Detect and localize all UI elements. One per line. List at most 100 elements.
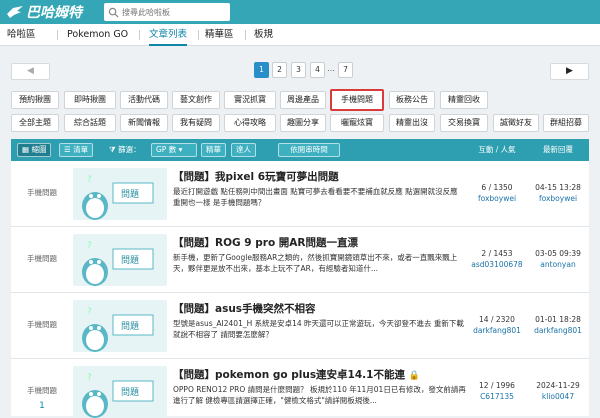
- category-button[interactable]: 心得攻略: [224, 114, 276, 132]
- column-latest-header: 最新回覆: [543, 145, 573, 154]
- post-latest-reply: 03-05 09:39 antonyan: [527, 249, 589, 269]
- thumbnail-view-label: 縮圖: [31, 145, 47, 154]
- category-button[interactable]: 活動代碼: [120, 91, 168, 109]
- post-excerpt: 型號是asus_AI2401_H 系統是安卓14 昨天還可以正常遊玩，今天卻登不…: [173, 319, 464, 339]
- list-view-button[interactable]: ☰ 清單: [59, 143, 94, 157]
- tab-article-list[interactable]: 文章列表: [149, 24, 188, 46]
- top-bar: 巴哈姆特: [0, 0, 600, 24]
- question-mascot-icon: ?: [73, 234, 167, 286]
- board-search[interactable]: [104, 3, 230, 21]
- post-title[interactable]: 【問題】asus手機突然不相容: [173, 301, 316, 316]
- category-button[interactable]: 板務公告: [389, 91, 435, 109]
- post-row[interactable]: 手機問題 ? 問題 【問題】我pixel 6玩寶可夢出問題 最近打開遊戲 點任務…: [11, 161, 589, 227]
- next-page-button[interactable]: ▶: [550, 63, 589, 80]
- tab-featured[interactable]: 精華區: [205, 24, 234, 46]
- thumbnail-label: 問題: [121, 322, 140, 332]
- category-button[interactable]: 周邊產品: [280, 91, 326, 109]
- category-button[interactable]: 實況抓寶: [224, 91, 276, 109]
- post-stats-value: 14 / 2320: [479, 315, 515, 324]
- post-stats: 12 / 1996 C617135: [467, 381, 527, 401]
- post-stats-value: 6 / 1350: [481, 183, 513, 192]
- category-button[interactable]: 即時揪團: [64, 91, 116, 109]
- expert-filter-button[interactable]: 達人: [231, 143, 256, 157]
- thumbnail-label: 問題: [121, 256, 140, 266]
- post-list: 手機問題 ? 問題 【問題】我pixel 6玩寶可夢出問題 最近打開遊戲 點任務…: [11, 161, 589, 418]
- nav-divider: [139, 30, 140, 40]
- svg-text:?: ?: [87, 175, 92, 185]
- reply-count-badge: 1: [39, 401, 45, 411]
- post-row[interactable]: 手機問題 ? 問題 【問題】ROG 9 pro 開AR問題一直漂 新手機，更新了…: [11, 227, 589, 293]
- post-thumbnail[interactable]: ? 問題: [73, 234, 167, 286]
- thumbnail-label: 問題: [121, 190, 140, 200]
- category-button-active[interactable]: 手機問題: [330, 89, 384, 111]
- filter-label: ⧩ 篩選：: [109, 145, 141, 154]
- post-thumbnail[interactable]: ? 問題: [73, 300, 167, 352]
- gp-select-value: GP 數: [156, 145, 177, 154]
- nav-divider: [245, 30, 246, 40]
- post-thumbnail[interactable]: ? 問題: [73, 366, 167, 418]
- thumbnail-view-button[interactable]: ▦ 縮圖: [17, 143, 52, 157]
- nav-divider: [57, 30, 58, 40]
- gp-select[interactable]: GP 數 ▾: [151, 143, 197, 157]
- page-1-button[interactable]: 1: [254, 62, 269, 78]
- category-button[interactable]: 趣圖分享: [280, 114, 326, 132]
- post-stats: 2 / 1453 asd03100678: [467, 249, 527, 269]
- category-button[interactable]: 綜合話題: [64, 114, 116, 132]
- post-category: 手機問題: [27, 386, 57, 395]
- category-button[interactable]: 精靈回收: [440, 91, 488, 109]
- post-title-text: 【問題】pokemon go plus連安卓14.1不能連: [173, 369, 405, 381]
- category-button[interactable]: 全部主題: [11, 114, 59, 132]
- latest-reply-user[interactable]: klio0047: [527, 392, 589, 401]
- post-title[interactable]: 【問題】ROG 9 pro 開AR問題一直漂: [173, 235, 358, 250]
- category-button[interactable]: 曬寵炫寶: [330, 114, 384, 132]
- logo-text: 巴哈姆特: [26, 5, 82, 21]
- post-stats-value: 2 / 1453: [481, 249, 513, 258]
- board-nav: 哈啦區 Pokemon GO 文章列表 精華區 板規: [0, 24, 600, 46]
- post-excerpt: 最近打開遊戲 點任務則中間出畫面 點寶可夢去看看要不要補血就反應 點選開就沒反應…: [173, 187, 458, 207]
- search-icon: [108, 7, 119, 18]
- latest-reply-user[interactable]: darkfang801: [527, 326, 589, 335]
- nav-divider: [198, 30, 199, 40]
- latest-reply-user[interactable]: antonyan: [527, 260, 589, 269]
- list-icon: ☰: [64, 145, 74, 154]
- post-row[interactable]: 手機問題 ? 問題 【問題】asus手機突然不相容 型號是asus_AI2401…: [11, 293, 589, 359]
- question-mascot-icon: ?: [73, 300, 167, 352]
- tab-rules[interactable]: 板規: [254, 24, 273, 46]
- post-category: 手機問題: [27, 254, 57, 263]
- post-author[interactable]: darkfang801: [467, 326, 527, 335]
- page-4-button[interactable]: 4: [310, 62, 325, 78]
- post-title[interactable]: 【問題】我pixel 6玩寶可夢出問題: [173, 169, 339, 184]
- post-excerpt: 新手機，更新了Google服務AR之類的，然後抓寶開鏡頭草出不來，或者一直飄來飄…: [173, 253, 458, 273]
- category-button[interactable]: 誠徵好友: [493, 114, 539, 132]
- post-author[interactable]: foxboywei: [467, 194, 527, 203]
- featured-filter-button[interactable]: 精華: [201, 143, 226, 157]
- post-author[interactable]: C617135: [467, 392, 527, 401]
- category-button[interactable]: 我有疑問: [172, 114, 220, 132]
- tab-pokemon-go[interactable]: Pokemon GO: [67, 24, 128, 46]
- latest-reply-user[interactable]: foxboywei: [527, 194, 589, 203]
- question-mascot-icon: ?: [73, 366, 167, 418]
- post-thumbnail[interactable]: ? 問題: [73, 168, 167, 220]
- category-button[interactable]: 新聞情報: [120, 114, 168, 132]
- category-button[interactable]: 精靈出沒: [389, 114, 435, 132]
- page-7-button[interactable]: 7: [338, 62, 353, 78]
- post-row[interactable]: 手機問題 1 ? 問題 【問題】pokemon go plus連安卓14.1不能…: [11, 359, 589, 418]
- latest-reply-time: 04-15 13:28: [535, 183, 581, 192]
- dragon-logo-icon: [7, 6, 23, 18]
- question-mascot-icon: ?: [73, 168, 167, 220]
- post-author[interactable]: asd03100678: [467, 260, 527, 269]
- tab-forum[interactable]: 哈啦區: [7, 24, 36, 46]
- search-input[interactable]: [122, 7, 226, 17]
- page-2-button[interactable]: 2: [272, 62, 287, 78]
- prev-page-button[interactable]: ◀: [11, 63, 50, 80]
- sort-button[interactable]: 依閱串時間: [278, 143, 340, 157]
- category-button[interactable]: 藝文創作: [172, 91, 220, 109]
- site-logo[interactable]: 巴哈姆特: [6, 2, 82, 22]
- page-3-button[interactable]: 3: [291, 62, 306, 78]
- chevron-down-icon: ▾: [176, 145, 183, 154]
- category-button[interactable]: 群組招募: [543, 114, 589, 132]
- category-button[interactable]: 預約揪團: [11, 91, 59, 109]
- post-title[interactable]: 【問題】pokemon go plus連安卓14.1不能連 🔒: [173, 367, 420, 382]
- category-button[interactable]: 交易換寶: [440, 114, 488, 132]
- post-stats-value: 12 / 1996: [479, 381, 515, 390]
